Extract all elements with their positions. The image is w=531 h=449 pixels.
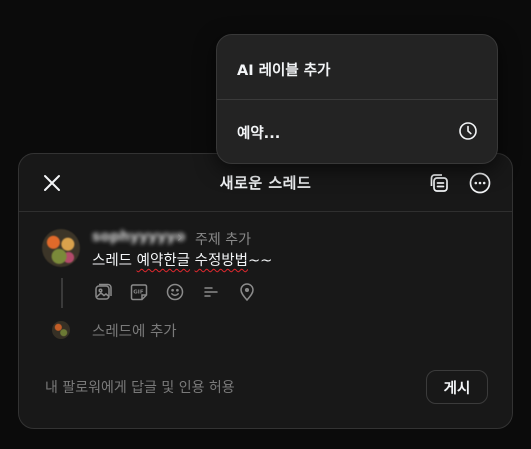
post-text-misspelled: 예약한글	[136, 253, 191, 269]
svg-text:GIF: GIF	[133, 290, 144, 296]
reply-permission-setting[interactable]: 내 팔로워에게 답글 및 인용 허용	[45, 377, 235, 397]
location-icon[interactable]	[236, 281, 258, 303]
username: sophyyyyyo	[92, 229, 186, 245]
chevron-right-icon: ›	[177, 228, 183, 246]
add-to-thread-input[interactable]: 스레드에 추가	[92, 320, 177, 341]
menu-item-ai-label[interactable]: AI 레이블 추가	[217, 35, 497, 99]
post-text-input[interactable]: 스레드 예약한글 수정방법~~	[92, 249, 272, 270]
topic-input[interactable]: 주제 추가	[195, 229, 251, 249]
post-text-prefix: 스레드	[92, 253, 137, 269]
post-text-suffix: ~~	[248, 253, 273, 269]
emoji-icon[interactable]	[164, 281, 186, 303]
gif-icon[interactable]: GIF	[128, 281, 150, 303]
attachment-toolbar: GIF	[92, 281, 258, 303]
small-avatar	[52, 321, 70, 339]
post-button[interactable]: 게시	[426, 370, 488, 404]
menu-item-schedule[interactable]: 예약...	[217, 99, 497, 163]
post-text-misspelled-2: 수정방법	[194, 253, 248, 269]
more-icon[interactable]	[468, 171, 492, 195]
image-icon[interactable]	[92, 281, 114, 303]
drafts-icon[interactable]	[427, 171, 451, 195]
menu-item-label: 예약...	[237, 126, 281, 142]
thread-connector	[61, 278, 63, 308]
avatar	[42, 229, 80, 267]
clock-icon	[457, 120, 479, 142]
new-thread-dialog: 새로운 스레드 sophyyyyyo › 주제 추가 스레드 예약한글 수정방법…	[18, 153, 513, 429]
options-menu: AI 레이블 추가 예약...	[216, 34, 498, 164]
list-icon[interactable]	[200, 281, 222, 303]
menu-item-label: AI 레이블 추가	[237, 63, 331, 79]
